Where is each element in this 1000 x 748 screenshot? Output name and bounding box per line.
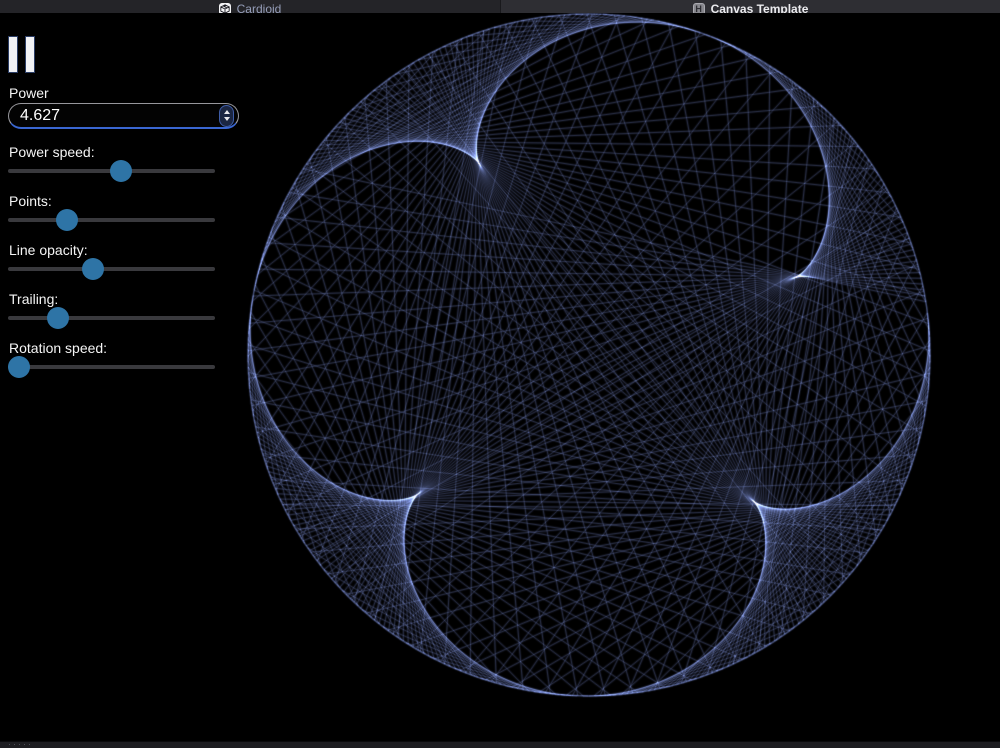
h-icon: H bbox=[693, 3, 705, 14]
browser-tab-bar: Cardioid H Canvas Template bbox=[0, 0, 1000, 13]
chevron-up-icon bbox=[224, 110, 230, 114]
pause-icon bbox=[25, 36, 35, 73]
bottom-bar: ····· bbox=[0, 741, 1000, 748]
tab-canvas-template-label: Canvas Template bbox=[711, 2, 809, 14]
slider-line-opacity-label: Line opacity: bbox=[9, 242, 88, 258]
tab-cardioid[interactable]: Cardioid bbox=[0, 0, 500, 13]
cube-icon bbox=[219, 3, 231, 14]
tab-canvas-template[interactable]: H Canvas Template bbox=[500, 0, 1000, 13]
stepper-icon[interactable] bbox=[219, 105, 234, 127]
chevron-down-icon bbox=[224, 117, 230, 121]
slider-rotation-speed-label: Rotation speed: bbox=[9, 340, 107, 356]
pause-icon bbox=[8, 36, 18, 73]
tab-cardioid-label: Cardioid bbox=[237, 2, 282, 14]
power-number-input[interactable]: 4.627 bbox=[8, 103, 239, 129]
slider-points-label: Points: bbox=[9, 193, 52, 209]
slider-line-opacity-thumb[interactable] bbox=[82, 258, 104, 280]
slider-trailing-track[interactable] bbox=[8, 316, 215, 320]
slider-power-speed-label: Power speed: bbox=[9, 144, 95, 160]
power-label: Power bbox=[9, 85, 49, 101]
power-value: 4.627 bbox=[9, 107, 219, 125]
slider-trailing-label: Trailing: bbox=[9, 291, 58, 307]
bottom-bar-dots: ····· bbox=[8, 739, 33, 748]
slider-power-speed-thumb[interactable] bbox=[110, 160, 132, 182]
slider-power-speed-track[interactable] bbox=[8, 169, 215, 173]
pause-button[interactable] bbox=[8, 36, 36, 73]
slider-rotation-speed-track[interactable] bbox=[8, 365, 215, 369]
slider-points-track[interactable] bbox=[8, 218, 215, 222]
slider-trailing-thumb[interactable] bbox=[47, 307, 69, 329]
slider-line-opacity-track[interactable] bbox=[8, 267, 215, 271]
slider-points-thumb[interactable] bbox=[56, 209, 78, 231]
slider-rotation-speed-thumb[interactable] bbox=[8, 356, 30, 378]
